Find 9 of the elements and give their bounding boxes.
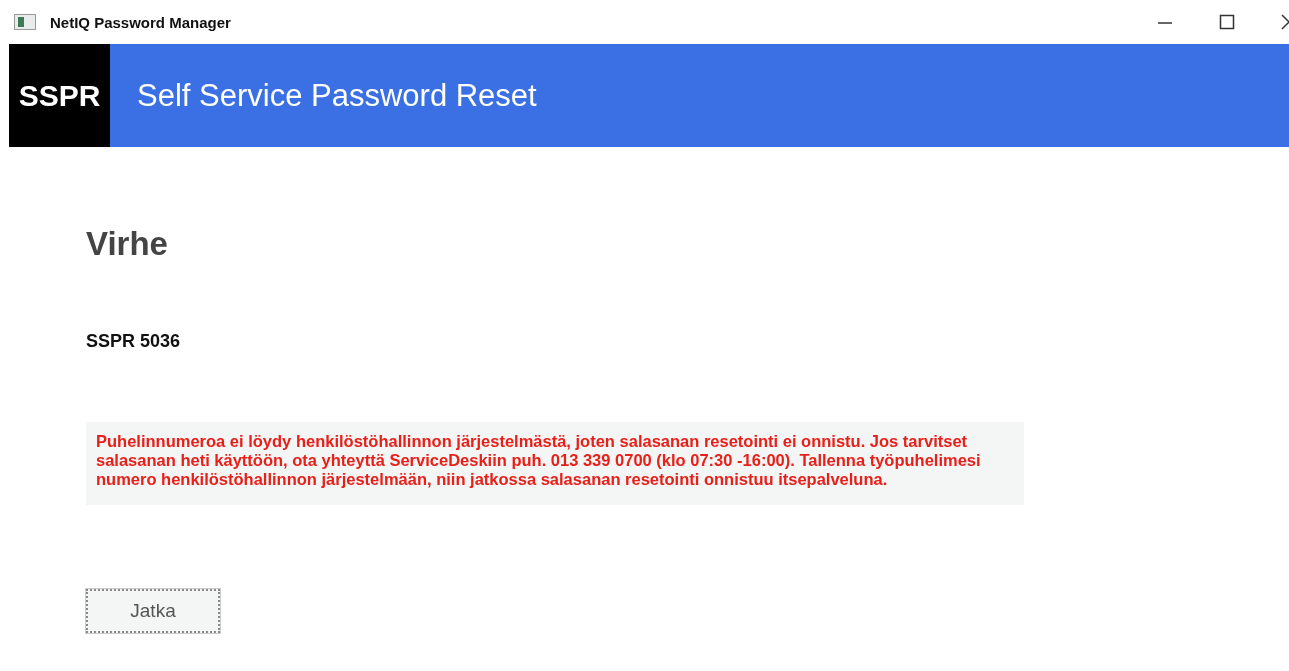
app-title: Self Service Password Reset <box>137 77 537 114</box>
error-code: SSPR 5036 <box>86 331 182 352</box>
error-message: Puhelinnumeroa ei löydy henkilöstöhallinnon järjestelmästä, joten salasanan resetointi ei onnistu. Jos tarvitset salasanan heti käyttöön, ota yhteyttä ServiceDeskiin puh. 013 339 0700 (klo 07:30 -16:00). Tallenna työpuhelimesi numero henkilöstöhallinnon järjestelmään, niin jatkossa salasanan resetointi onnistuu itsepalveluna. <box>86 422 1024 505</box>
page-heading: Virhe <box>86 225 169 263</box>
logo: SSPR <box>9 44 110 147</box>
continue-button[interactable]: Jatka <box>86 589 220 633</box>
maximize-icon[interactable] <box>1219 14 1235 30</box>
window-title: NetIQ Password Manager <box>50 13 231 31</box>
app-icon <box>14 14 36 30</box>
